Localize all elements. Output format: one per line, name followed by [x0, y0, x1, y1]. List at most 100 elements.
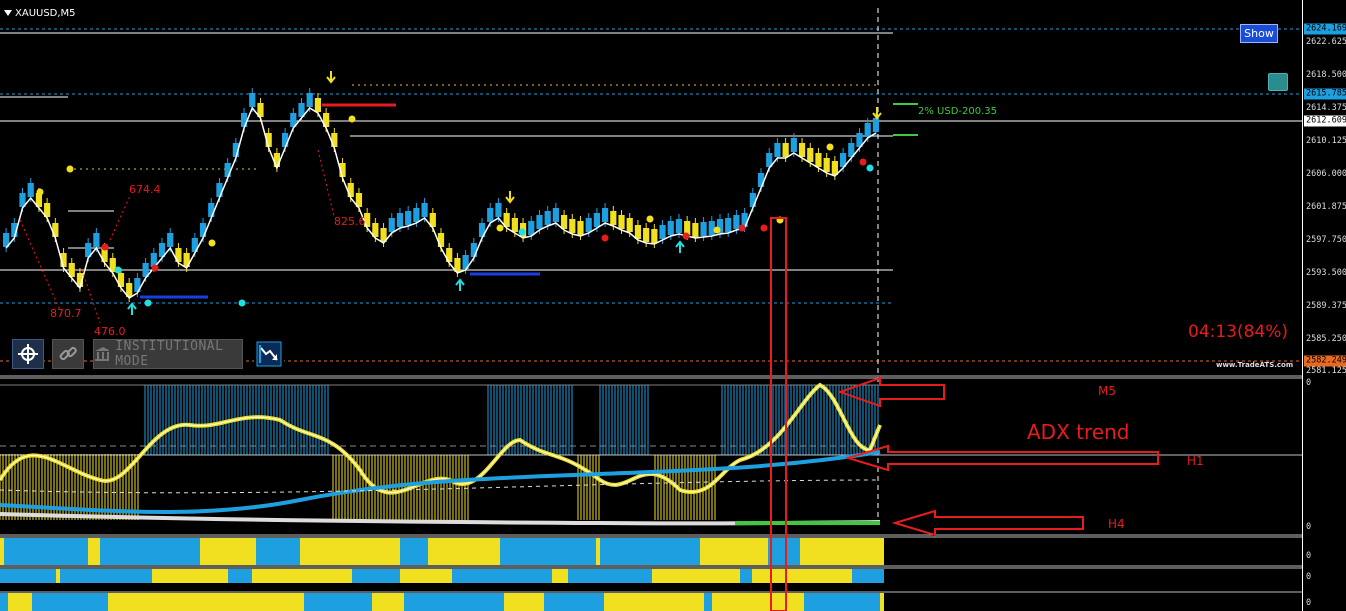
trend-strip-bar: [356, 538, 360, 565]
level-label: 674.4: [129, 183, 161, 196]
trend-strip-bar: [360, 569, 364, 583]
trend-strip-bar: [816, 538, 820, 565]
trend-strip-bar: [724, 593, 728, 611]
chart-shot-button[interactable]: [254, 339, 284, 369]
trend-strip-bar: [368, 569, 372, 583]
signal-dot: [348, 115, 356, 123]
candle-body: [823, 158, 830, 172]
trend-strip-bar: [312, 538, 316, 565]
trend-strip-bar: [604, 569, 608, 583]
trend-strip-bar: [456, 538, 460, 565]
trend-strip-bar: [248, 569, 252, 583]
trend-strip-bar: [488, 569, 492, 583]
candle-body: [872, 118, 879, 132]
trend-strip-bar: [0, 538, 4, 565]
trend-strip-bar: [464, 538, 468, 565]
trend-strip-bar: [588, 593, 592, 611]
trend-strip-bar: [624, 538, 628, 565]
trend-strip-bar: [684, 593, 688, 611]
trend-strip-bar: [80, 569, 84, 583]
trend-strip-bar: [752, 593, 756, 611]
trend-strip-bar: [60, 569, 64, 583]
trend-strip-bar: [52, 569, 56, 583]
trend-strip-bar: [344, 569, 348, 583]
trend-strip-bar: [296, 593, 300, 611]
trend-strip-bar: [252, 593, 256, 611]
trend-strip-bar: [652, 569, 656, 583]
trend-strip-bar: [848, 538, 852, 565]
trend-strip-bar: [804, 538, 808, 565]
trend-strip-bar: [436, 569, 440, 583]
trend-strip-bar: [64, 538, 68, 565]
trend-strip-bar: [552, 538, 556, 565]
price-tick: 2597.750: [1306, 235, 1346, 245]
candle-body: [700, 222, 707, 236]
trend-strip-bar: [244, 593, 248, 611]
trend-strip-bar: [464, 569, 468, 583]
timeframe-label-m5: M5: [1098, 384, 1116, 398]
trend-strip-bar: [332, 569, 336, 583]
trend-strip-bar: [640, 569, 644, 583]
candle-body: [405, 211, 412, 225]
trend-strip-bar: [116, 569, 120, 583]
trend-strip-bar: [104, 569, 108, 583]
candle-body: [208, 203, 215, 217]
trend-strip-bar: [64, 593, 68, 611]
trend-strip-bar: [848, 593, 852, 611]
trend-strip-bar: [620, 569, 624, 583]
crosshair-button[interactable]: [12, 339, 44, 369]
trend-strip-bar: [56, 538, 60, 565]
trend-strip-bar: [836, 593, 840, 611]
trend-strip-bar: [704, 569, 708, 583]
trend-strip-bar: [96, 538, 100, 565]
trend-strip-bar: [584, 569, 588, 583]
link-icon: [59, 346, 77, 361]
panel-toggle-button[interactable]: [1268, 73, 1288, 91]
institutional-mode-button[interactable]: INSTITUTIONAL MODE: [93, 339, 243, 369]
trend-strip-bar: [664, 569, 668, 583]
trend-strip-bar: [232, 538, 236, 565]
trend-strip-bar: [872, 538, 876, 565]
trend-strip-bar: [160, 569, 164, 583]
trend-strip-bar: [32, 569, 36, 583]
trend-strip-bar: [188, 538, 192, 565]
trend-strip-bar: [840, 538, 844, 565]
link-button[interactable]: [52, 339, 84, 369]
trend-strip-bar: [860, 538, 864, 565]
trend-strip-bar: [56, 569, 60, 583]
trend-strip-bar: [636, 569, 640, 583]
trend-strip-bar: [576, 538, 580, 565]
candle-body: [692, 223, 699, 237]
trend-strip-bar: [92, 538, 96, 565]
chart-arrow-icon: [256, 341, 282, 367]
trend-strip-bar: [740, 569, 744, 583]
trend-strip-bar: [176, 569, 180, 583]
trend-strip-bar: [336, 569, 340, 583]
trend-strip-bar: [172, 569, 176, 583]
trend-strip-bar: [228, 538, 232, 565]
trend-strip-bar: [72, 593, 76, 611]
trend-strip-bar: [732, 538, 736, 565]
trend-strip-bar: [632, 538, 636, 565]
trend-strip-bar: [668, 569, 672, 583]
trend-strip-bar: [416, 593, 420, 611]
chart-window: XAUUSD,M5 Show 2622.625 2618.500 2614.375 2…: [0, 0, 1346, 611]
trend-strip-bar: [736, 538, 740, 565]
trend-strip-bar: [828, 569, 832, 583]
trend-strip-bar: [292, 569, 296, 583]
trend-strip-bar: [384, 538, 388, 565]
trend-strip-bar: [720, 593, 724, 611]
trend-strip-bar: [548, 569, 552, 583]
trend-strip-bar: [448, 569, 452, 583]
trend-strip-bar: [396, 569, 400, 583]
trend-strip-bar: [416, 569, 420, 583]
show-button[interactable]: Show: [1240, 24, 1278, 43]
trend-strip-bar: [300, 538, 304, 565]
trend-strip-bar: [256, 538, 260, 565]
signal-dot: [36, 188, 44, 196]
trend-strip-bar: [684, 569, 688, 583]
trend-strip-bar: [668, 593, 672, 611]
trend-strip-bar: [208, 538, 212, 565]
trend-strip-bar: [852, 569, 856, 583]
trend-strip-bar: [580, 538, 584, 565]
